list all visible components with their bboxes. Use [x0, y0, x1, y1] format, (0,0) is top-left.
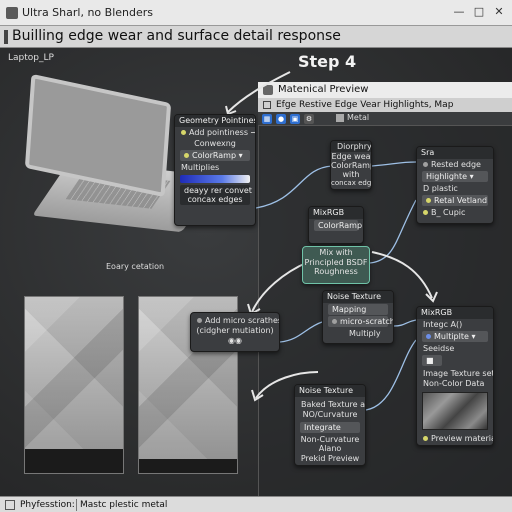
status-divider: [76, 499, 77, 511]
node-row: with: [342, 170, 360, 179]
micro-scratch-field[interactable]: micro-scratch: [328, 316, 393, 327]
highlight-dropdown[interactable]: Highlighte ▾: [422, 171, 488, 182]
node-row: Seeidse: [423, 344, 455, 353]
socket-icon: [426, 198, 431, 203]
status-icon: [5, 500, 15, 510]
material-field[interactable]: Metal: [336, 113, 369, 122]
node-toggle[interactable]: ■: [422, 355, 442, 366]
texture-panel-left: [24, 296, 124, 474]
node-row: Conwexng: [194, 139, 236, 148]
maximize-button[interactable]: □: [472, 5, 486, 19]
node-rested-edge[interactable]: Sra Rested edge Highlighte ▾ D plastic R…: [416, 146, 494, 224]
node-mix-principled[interactable]: Mix with Principled BSDF Roughness: [302, 246, 370, 284]
window-titlebar: Ultra Sharl, no Blenders — □ ✕: [0, 0, 512, 26]
colorramp-field[interactable]: ColorRamp: [314, 220, 362, 231]
node-row: Edge wea: [331, 152, 371, 161]
toggle-icon[interactable]: ◉◉: [191, 335, 279, 346]
heading-text: Builling edge wear and surface detail re…: [12, 28, 341, 44]
node-row: Non-Curvature: [300, 435, 360, 444]
node-row: ColorRamp: [331, 161, 372, 170]
socket-icon: [332, 319, 337, 324]
socket-icon[interactable]: [423, 436, 428, 441]
status-right: Mastc plestic metal: [80, 500, 168, 510]
socket-icon[interactable]: [423, 210, 428, 215]
node-row: Principled BSDF: [304, 258, 368, 267]
node-row: Non-Color Data: [423, 379, 485, 388]
node-title: MixRGB: [417, 307, 493, 319]
node-mixrgb-2[interactable]: MixRGB Integc A() Multiplte ▾ Seeidse ■ …: [416, 306, 494, 446]
heading-accent: [4, 30, 8, 44]
node-title: Diorphry: [331, 141, 371, 152]
app-icon: [6, 7, 18, 19]
node-row: Multiply: [349, 329, 381, 338]
node-row: Baked Texture as: [301, 400, 366, 409]
node-noise-texture-2[interactable]: Noise Texture Baked Texture as NO/Curvat…: [294, 384, 366, 466]
node-field[interactable]: Retal Vetland: [422, 195, 488, 206]
minimize-button[interactable]: —: [452, 5, 466, 19]
grid-icon[interactable]: ▦: [262, 114, 272, 124]
node-title: MixRGB: [309, 207, 363, 219]
node-row: Rested edge: [417, 159, 493, 170]
texture-caption: Eoary cetation: [106, 262, 165, 271]
tutorial-heading: Builling edge wear and surface detail re…: [0, 26, 512, 48]
material-subtitle-bar: Efge Restive Edge Vear Highlights, Map: [258, 98, 512, 112]
window-title: Ultra Sharl, no Blenders: [22, 6, 153, 19]
node-row: Add micro scrathesh: [191, 313, 279, 326]
color-ramp-gradient[interactable]: [180, 175, 250, 183]
node-title: Noise Texture: [295, 385, 365, 397]
node-note: deayy rer convet concax edges: [180, 185, 252, 205]
node-micro-scratches[interactable]: Add micro scrathesh (cidgher mutiation) …: [190, 312, 280, 352]
camera-icon[interactable]: ▣: [290, 114, 300, 124]
node-noise-texture-1[interactable]: Noise Texture Mapping micro-scratch Mult…: [322, 290, 394, 344]
node-row: Roughness: [314, 267, 358, 276]
node-row: Mix with: [319, 248, 353, 257]
integrate-field[interactable]: Integrate: [300, 422, 360, 433]
node-row: B_ Cupic: [417, 207, 493, 218]
material-toolbar: ▦ ● ▣ ⚙: [258, 112, 512, 126]
node-row: D plastic: [423, 184, 458, 193]
material-swatch: [336, 113, 344, 122]
node-row: Multiplies: [181, 163, 220, 172]
material-window-title: Matenical Preview: [278, 84, 369, 95]
material-window-header: Matenical Preview: [258, 82, 512, 98]
material-icon: [263, 85, 273, 95]
node-tree-icon: [263, 101, 271, 109]
node-mixrgb-1[interactable]: MixRGB ColorRamp: [308, 206, 364, 244]
node-row: Preview material: [417, 433, 493, 444]
socket-icon: [426, 334, 431, 339]
blend-dropdown[interactable]: Multiplte ▾: [422, 331, 488, 342]
material-subtitle: Efge Restive Edge Vear Highlights, Map: [276, 100, 454, 110]
node-title: Geometry Pointiness: [175, 115, 255, 127]
node-row: NO/Curvature: [302, 410, 358, 419]
node-row: (cidgher mutiation): [196, 326, 274, 335]
socket-icon[interactable]: [197, 318, 202, 323]
close-button[interactable]: ✕: [492, 5, 506, 19]
node-title: Sra: [417, 147, 493, 159]
step-label: Step 4: [298, 52, 357, 71]
sphere-icon[interactable]: ●: [276, 114, 286, 124]
node-row: concax edges: [331, 179, 372, 187]
status-left: Phyfesstion:: [20, 500, 75, 510]
material-name: Metal: [347, 113, 370, 122]
mapping-field[interactable]: Mapping: [328, 304, 388, 315]
node-row: Image Texture set: [423, 369, 494, 378]
node-row: Add pointiness →: [175, 127, 255, 138]
node-row: Alano: [318, 444, 342, 453]
socket-icon[interactable]: [423, 162, 428, 167]
socket-icon[interactable]: [181, 130, 186, 135]
node-diorphry[interactable]: Diorphry Edge wea ColorRamp with concax …: [330, 140, 372, 190]
node-row: Integc A(): [423, 320, 463, 329]
node-geometry-pointiness[interactable]: Geometry Pointiness Add pointiness → Con…: [174, 114, 256, 226]
object-label: Laptop_LP: [8, 53, 54, 63]
colorramp-field[interactable]: ColorRamp ▾: [180, 150, 250, 161]
node-title: Noise Texture: [323, 291, 393, 303]
socket-icon: [184, 153, 189, 158]
status-bar: Phyfesstion: Mastc plestic metal: [0, 496, 512, 512]
texture-preview-image: [422, 392, 488, 430]
node-row: Prekid Preview: [300, 454, 360, 463]
gear-icon[interactable]: ⚙: [304, 114, 314, 124]
